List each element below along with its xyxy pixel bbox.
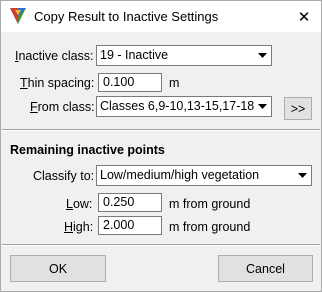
dialog-window: Copy Result to Inactive Settings ✕ Inact… (0, 0, 322, 292)
high-input[interactable]: 2.000 (98, 216, 162, 235)
remaining-section-heading: Remaining inactive points (10, 143, 165, 157)
inactive-class-label-rest: nactive class: (18, 49, 94, 63)
chevron-down-icon (294, 166, 311, 185)
from-class-dropdown[interactable]: Classes 6,9-10,13-15,17-18 (96, 96, 272, 117)
thin-spacing-input[interactable]: 0.100 (98, 73, 162, 92)
low-label: Low: (66, 197, 93, 211)
low-unit: m from ground (169, 197, 251, 211)
title-bar[interactable]: Copy Result to Inactive Settings ✕ (1, 1, 321, 32)
low-input[interactable]: 0.250 (98, 193, 162, 212)
cancel-button[interactable]: Cancel (218, 255, 313, 282)
from-class-value: Classes 6,9-10,13-15,17-18 (100, 99, 255, 113)
ok-button[interactable]: OK (10, 255, 106, 282)
dialog-title: Copy Result to Inactive Settings (34, 9, 219, 24)
close-button[interactable]: ✕ (287, 1, 321, 32)
chevron-down-icon (254, 46, 271, 65)
high-unit: m from ground (169, 220, 251, 234)
classify-to-value: Low/medium/high vegetation (100, 168, 260, 182)
app-icon (9, 7, 27, 25)
inactive-class-dropdown[interactable]: 19 - Inactive (96, 45, 272, 66)
inactive-class-label: Inactive class: (15, 49, 94, 63)
inactive-class-value: 19 - Inactive (100, 48, 169, 62)
classify-to-label: Classify to: (33, 169, 95, 183)
classify-to-dropdown[interactable]: Low/medium/high vegetation (96, 165, 312, 186)
chevron-down-icon (254, 97, 271, 116)
thin-spacing-label: Thin spacing: (20, 76, 95, 90)
from-class-label: From class: (30, 100, 95, 114)
thin-spacing-unit: m (169, 76, 180, 90)
close-icon: ✕ (297, 8, 311, 26)
separator-highlight (2, 130, 320, 131)
separator-highlight (2, 245, 320, 246)
high-label: High: (64, 220, 94, 234)
browse-classes-button[interactable]: >> (284, 97, 312, 120)
